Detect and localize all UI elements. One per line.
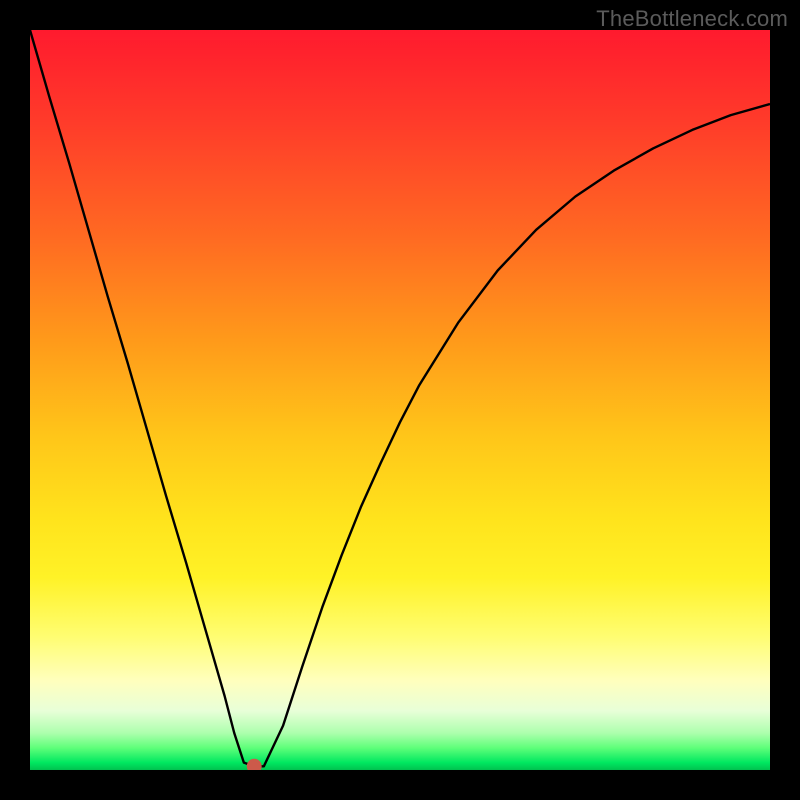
bottleneck-curve (30, 30, 770, 766)
watermark-text: TheBottleneck.com (596, 6, 788, 32)
minimum-marker (247, 759, 261, 770)
curve-svg (30, 30, 770, 770)
chart-frame: TheBottleneck.com (0, 0, 800, 800)
plot-area (30, 30, 770, 770)
